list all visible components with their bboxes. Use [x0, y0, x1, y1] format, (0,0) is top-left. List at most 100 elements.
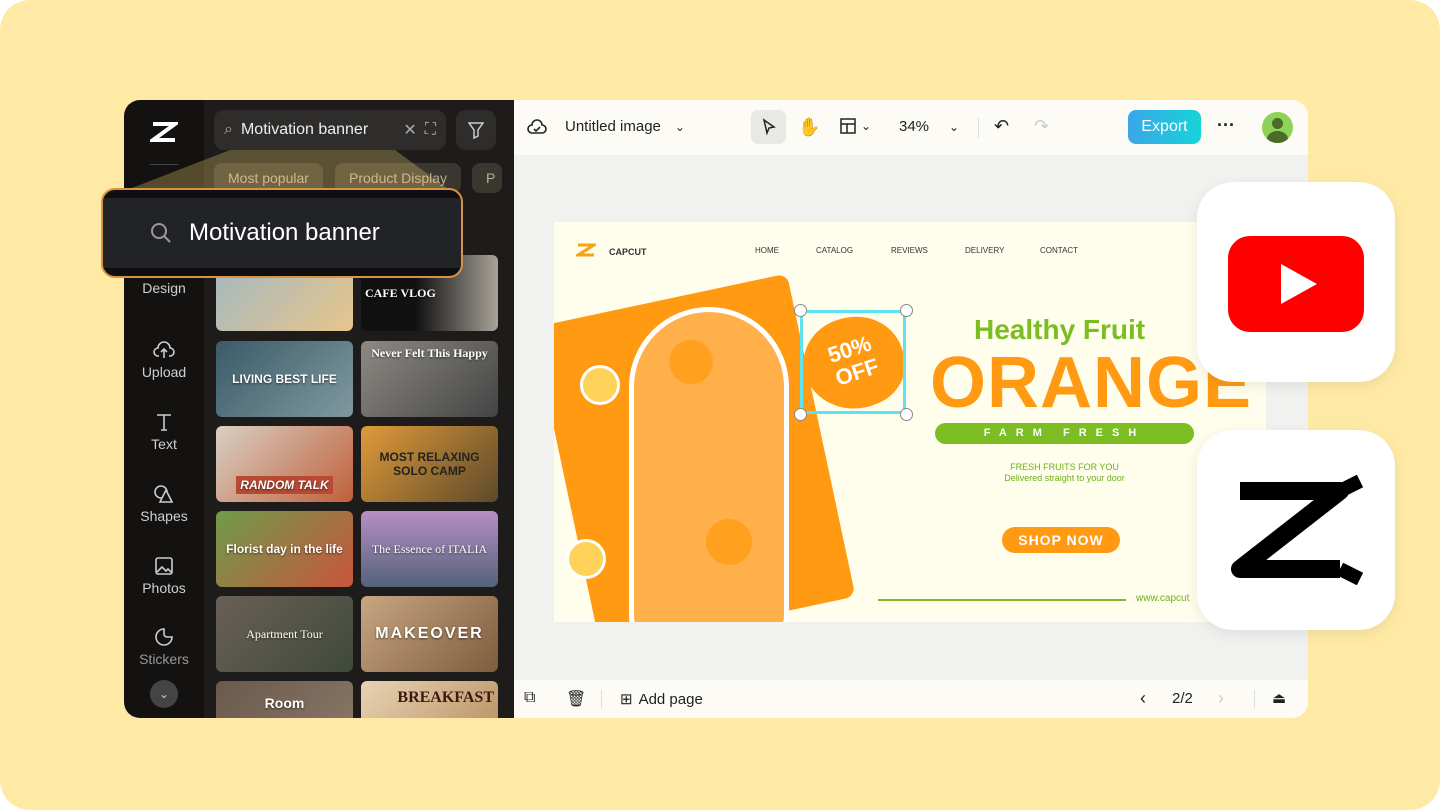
resize-handle[interactable] — [794, 304, 807, 317]
duplicate-page-button[interactable]: ⧉ — [524, 689, 535, 707]
delete-page-button[interactable]: 🗑 — [566, 689, 586, 709]
nav-reviews: REVIEWS — [891, 246, 928, 255]
more-options-button[interactable]: ··· — [1217, 115, 1235, 136]
chevron-left-icon: ‹ — [1140, 688, 1146, 708]
filter-icon — [467, 122, 485, 140]
rail-item-stickers[interactable]: Stickers — [124, 627, 204, 667]
template-title: Never Felt This Happy — [371, 346, 488, 360]
template-title: Room — [264, 695, 305, 711]
rail-label: Shapes — [140, 508, 188, 524]
search-value: Motivation banner — [240, 121, 369, 138]
clear-icon[interactable]: ✕ — [403, 120, 416, 140]
filter-button[interactable] — [456, 110, 496, 150]
chevron-right-icon: › — [1218, 688, 1224, 708]
prev-page-button[interactable]: ‹ — [1140, 688, 1146, 709]
rail-item-photos[interactable]: Photos — [124, 556, 204, 596]
tagline-1: FRESH FRUITS FOR YOU — [1010, 462, 1119, 472]
template-thumb[interactable]: Apartment Tour — [216, 596, 353, 672]
rail-item-design[interactable]: Design — [124, 280, 204, 296]
title-dropdown[interactable]: Untitled image ⌄ — [565, 118, 685, 135]
orange-fruit — [706, 519, 752, 565]
nav-contact: CONTACT — [1040, 246, 1079, 255]
capcut-logo-icon — [1231, 475, 1364, 585]
divider — [150, 164, 178, 165]
template-thumb[interactable]: BREAKFAST — [361, 681, 498, 718]
select-tool-button[interactable] — [751, 110, 786, 144]
pages-panel-button[interactable]: ⏏ — [1272, 689, 1286, 707]
selection-box — [800, 310, 906, 414]
search-callout: Motivation banner — [101, 188, 463, 278]
rail-label: Photos — [142, 580, 186, 596]
template-title: Florist day in the life — [226, 542, 343, 556]
template-thumb[interactable]: The Essence of ITALIA — [361, 511, 498, 587]
capcut-logo-icon — [150, 122, 178, 142]
redo-button[interactable]: ↷ — [1034, 116, 1049, 137]
layout-dropdown[interactable]: ⌄ — [839, 117, 871, 135]
layout-icon — [840, 118, 856, 134]
design-canvas-banner[interactable]: CAPCUT HOME CATALOG REVIEWS DELIVERY CON… — [554, 222, 1266, 622]
search-icon: ⌕ — [224, 121, 233, 138]
capcut-card — [1197, 430, 1395, 630]
image-search-icon[interactable]: ⛶ — [425, 121, 436, 139]
cursor-icon — [762, 118, 776, 136]
resize-handle[interactable] — [794, 408, 807, 421]
redo-icon: ↷ — [1034, 116, 1050, 136]
rail-label: Stickers — [139, 651, 189, 667]
resize-handle[interactable] — [900, 408, 913, 421]
template-title: MAKEOVER — [375, 625, 484, 642]
hand-tool-button[interactable]: ✋ — [798, 117, 820, 138]
youtube-logo-icon — [1228, 236, 1364, 332]
rail-item-text[interactable]: Text — [124, 412, 204, 452]
website-url: www.capcut — [1136, 593, 1190, 604]
divider — [601, 690, 602, 708]
template-thumb[interactable]: MAKEOVER — [361, 596, 498, 672]
sticker-icon — [155, 628, 173, 646]
template-thumb[interactable]: MOST RELAXING SOLO CAMP — [361, 426, 498, 502]
template-title: RANDOM TALK — [236, 476, 333, 494]
chevron-down-icon: ⌄ — [861, 119, 872, 133]
rail-item-shapes[interactable]: Shapes — [124, 484, 204, 524]
template-thumb[interactable]: Florist day in the life — [216, 511, 353, 587]
upload-cloud-icon — [153, 341, 175, 358]
more-chevron-button[interactable]: ⌄ — [150, 680, 178, 708]
template-title: Apartment Tour — [246, 626, 323, 641]
callout-search-text: Motivation banner — [189, 219, 380, 246]
template-search-input[interactable]: ⌕ Motivation banner ✕ ⛶ — [214, 110, 446, 150]
divider-line — [878, 599, 1126, 601]
trash-icon: 🗑 — [566, 691, 587, 708]
hand-icon: ✋ — [798, 117, 821, 137]
user-avatar[interactable] — [1262, 112, 1293, 143]
shop-now-button[interactable]: SHOP NOW — [1002, 527, 1120, 553]
divider — [1254, 690, 1255, 708]
export-button[interactable]: Export — [1128, 110, 1201, 144]
template-title: CAFE VLOG — [365, 285, 436, 300]
add-page-button[interactable]: ⊞ Add page — [620, 690, 703, 709]
template-thumb[interactable]: LIVING BEST LIFE — [216, 341, 353, 417]
rail-item-upload[interactable]: Upload — [124, 340, 204, 380]
cloud-saved-icon — [526, 116, 548, 138]
rail-label: Design — [142, 280, 186, 296]
tray-icon: ⏏ — [1272, 690, 1287, 707]
document-title: Untitled image — [565, 118, 661, 135]
zoom-dropdown[interactable]: 34% ⌄ — [899, 118, 959, 135]
undo-button[interactable]: ↶ — [994, 116, 1009, 137]
ellipsis-icon: ··· — [1217, 115, 1235, 135]
template-thumb[interactable]: Never Felt This Happy — [361, 341, 498, 417]
search-icon — [151, 223, 171, 243]
chip-more[interactable]: P — [472, 163, 502, 193]
youtube-card — [1197, 182, 1395, 382]
zoom-level: 34% — [899, 118, 930, 135]
template-thumb[interactable]: Room — [216, 681, 353, 718]
chevron-down-icon: ⌄ — [674, 119, 685, 134]
next-page-button[interactable]: › — [1218, 688, 1224, 709]
template-title: The Essence of ITALIA — [371, 541, 488, 556]
divider — [978, 118, 979, 138]
capcut-logo-icon — [576, 243, 596, 257]
undo-icon: ↶ — [994, 116, 1010, 136]
orange-slice — [580, 365, 620, 405]
orange-slice — [566, 539, 606, 579]
template-thumb[interactable]: RANDOM TALK — [216, 426, 353, 502]
resize-handle[interactable] — [900, 304, 913, 317]
orange-fruit — [669, 340, 713, 384]
add-page-icon: ⊞ — [620, 691, 633, 708]
